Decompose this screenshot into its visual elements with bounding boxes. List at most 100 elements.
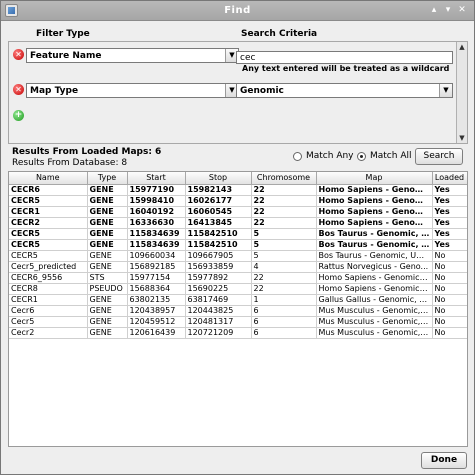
table-cell: Homo Sapiens - Genomic, ...: [316, 206, 433, 218]
table-cell: 156933859: [185, 261, 252, 273]
database-results-count: Results From Database: 8: [12, 158, 128, 168]
table-row[interactable]: CECR1 GENE 63802135 63817469 1 Gallus Gallus …: [9, 294, 467, 306]
table-cell: CECR5: [9, 228, 88, 240]
filter-type-select[interactable]: Map Type ▼: [26, 83, 239, 98]
start-header[interactable]: Start: [127, 172, 186, 185]
table-cell: 1: [251, 294, 317, 306]
table-row[interactable]: CECR6 GENE 15977190 15982143 22 Homo Sapiens …: [9, 184, 467, 196]
table-row[interactable]: CECR5 GENE 15998410 16026177 22 Homo Sapiens …: [9, 195, 467, 207]
maximize-icon[interactable]: ▾: [442, 4, 454, 17]
table-cell: PSEUDO: [87, 283, 128, 295]
title-bar[interactable]: Find ▴ ▾ ✕: [1, 1, 474, 21]
table-body: CECR6 GENE 15977190 15982143 22 Homo Sapiens …: [9, 184, 467, 339]
match-any-radio[interactable]: [293, 152, 302, 161]
remove-filter-icon[interactable]: ✕: [13, 84, 24, 95]
table-cell: 109660034: [127, 250, 186, 262]
table-cell: GENE: [87, 195, 128, 207]
table-cell: 15977190: [127, 184, 186, 196]
table-cell: CECR1: [9, 294, 88, 306]
table-cell: CECR8: [9, 283, 88, 295]
table-cell: 109667905: [185, 250, 252, 262]
table-cell: Yes: [432, 228, 467, 240]
table-cell: No: [432, 294, 467, 306]
table-cell: 15977892: [185, 272, 252, 284]
table-cell: Cecr6: [9, 305, 88, 317]
table-cell: Mus Musculus - Genomic, ...: [316, 316, 433, 328]
table-cell: 22: [251, 272, 317, 284]
chevron-down-icon[interactable]: ▼: [439, 84, 452, 97]
search-criteria-input[interactable]: cec: [236, 51, 453, 64]
search-button[interactable]: Search: [415, 148, 463, 165]
filter-type-select[interactable]: Feature Name ▼: [26, 48, 239, 63]
table-cell: No: [432, 261, 467, 273]
table-row[interactable]: CECR2 GENE 16336630 16413845 22 Homo Sapiens …: [9, 217, 467, 229]
table-cell: No: [432, 283, 467, 295]
table-cell: 6: [251, 316, 317, 328]
table-cell: Homo Sapiens - Genomic, ...: [316, 283, 433, 295]
table-cell: Cecr2: [9, 327, 88, 339]
match-any-label[interactable]: Match Any: [306, 151, 354, 161]
table-cell: Rattus Norvegicus - Geno...: [316, 261, 433, 273]
name-header[interactable]: Name: [9, 172, 88, 185]
table-cell: GENE: [87, 261, 128, 273]
map-header[interactable]: Map: [316, 172, 433, 185]
table-cell: Yes: [432, 217, 467, 229]
loaded-header[interactable]: Loaded: [432, 172, 467, 185]
table-row[interactable]: Cecr5 GENE 120459512 120481317 6 Mus Musculus…: [9, 316, 467, 328]
table-row[interactable]: CECR5 GENE 109660034 109667905 5 Bos Taurus -…: [9, 250, 467, 262]
match-all-radio[interactable]: [357, 152, 366, 161]
table-row[interactable]: Cecr2 GENE 120616439 120721209 6 Mus Musculus…: [9, 327, 467, 339]
close-icon[interactable]: ✕: [456, 4, 468, 17]
table-cell: CECR5: [9, 239, 88, 251]
table-cell: 120481317: [185, 316, 252, 328]
table-cell: Gallus Gallus - Genomic, N...: [316, 294, 433, 306]
table-cell: 15977154: [127, 272, 186, 284]
table-cell: CECR1: [9, 206, 88, 218]
search-criteria-label: Search Criteria: [241, 29, 318, 39]
table-cell: Homo Sapiens - Genomic, ...: [316, 184, 433, 196]
type-header[interactable]: Type: [87, 172, 128, 185]
scroll-down-icon[interactable]: ▼: [457, 133, 467, 143]
filter-scrollbar[interactable]: ▲ ▼: [456, 42, 467, 143]
filter-type-label: Filter Type: [36, 29, 90, 39]
find-dialog: Find ▴ ▾ ✕ Filter Type Search Criteria ✕…: [0, 0, 475, 475]
table-row[interactable]: CECR5 GENE 115834639 115842510 5 Bos Taurus -…: [9, 239, 467, 251]
table-cell: 16413845: [185, 217, 252, 229]
match-all-label[interactable]: Match All: [370, 151, 411, 161]
table-cell: 5: [251, 250, 317, 262]
table-cell: 115842510: [185, 228, 252, 240]
table-row[interactable]: Cecr6 GENE 120438957 120443825 6 Mus Musculus…: [9, 305, 467, 317]
table-cell: GENE: [87, 250, 128, 262]
minimize-icon[interactable]: ▴: [428, 4, 440, 17]
add-filter-icon[interactable]: +: [13, 110, 24, 121]
scroll-up-icon[interactable]: ▲: [457, 42, 467, 52]
table-cell: GENE: [87, 239, 128, 251]
table-cell: 115834639: [127, 228, 186, 240]
filter-type-value: Map Type: [30, 86, 79, 96]
table-cell: Yes: [432, 184, 467, 196]
remove-filter-icon[interactable]: ✕: [13, 49, 24, 60]
table-row[interactable]: Cecr5_predicted GENE 156892185 156933859 4 Ra…: [9, 261, 467, 273]
chromosome-header[interactable]: Chromosome: [251, 172, 317, 185]
table-row[interactable]: CECR6_9556 STS 15977154 15977892 22 Homo Sapi…: [9, 272, 467, 284]
table-cell: 115834639: [127, 239, 186, 251]
table-cell: 6: [251, 305, 317, 317]
table-row[interactable]: CECR5 GENE 115834639 115842510 5 Bos Taurus -…: [9, 228, 467, 240]
stop-header[interactable]: Stop: [185, 172, 252, 185]
loaded-results-count: Results From Loaded Maps: 6: [12, 147, 162, 157]
table-cell: 5: [251, 239, 317, 251]
table-cell: 5: [251, 228, 317, 240]
table-row[interactable]: CECR8 PSEUDO 15688364 15690225 22 Homo Sapien…: [9, 283, 467, 295]
table-cell: 120443825: [185, 305, 252, 317]
table-cell: Cecr5: [9, 316, 88, 328]
table-cell: 16060545: [185, 206, 252, 218]
table-cell: 63802135: [127, 294, 186, 306]
table-cell: Bos Taurus - Genomic, UM...: [316, 250, 433, 262]
table-cell: Yes: [432, 206, 467, 218]
table-cell: 120459512: [127, 316, 186, 328]
done-button[interactable]: Done: [421, 452, 467, 469]
map-type-select[interactable]: Genomic ▼: [236, 83, 453, 98]
table-cell: CECR2: [9, 217, 88, 229]
table-row[interactable]: CECR1 GENE 16040192 16060545 22 Homo Sapiens …: [9, 206, 467, 218]
table-cell: CECR6_9556: [9, 272, 88, 284]
